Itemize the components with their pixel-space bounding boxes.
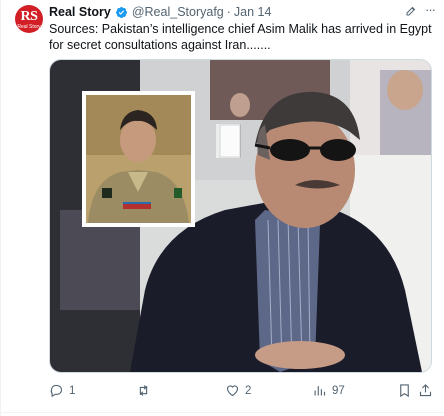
separator-dot: · xyxy=(226,5,231,19)
tweet-header: Real Story @Real_Storyafg · Jan 14 xyxy=(49,4,271,20)
share-button[interactable] xyxy=(418,383,433,398)
reply-button[interactable]: 1 xyxy=(49,383,75,398)
tweet-actions: 1 2 97 xyxy=(49,383,432,399)
like-icon xyxy=(226,385,239,397)
display-name[interactable]: Real Story xyxy=(49,5,111,19)
photo-image xyxy=(50,60,431,372)
timestamp[interactable]: Jan 14 xyxy=(234,5,272,19)
avatar[interactable]: RS Real Story xyxy=(15,5,43,33)
bookmark-icon xyxy=(400,384,409,398)
view-count: 97 xyxy=(332,384,345,397)
avatar-logo-text: RS xyxy=(20,9,38,24)
bookmark-button[interactable] xyxy=(397,383,412,398)
timeline-border xyxy=(0,0,1,416)
views-icon xyxy=(314,386,326,396)
share-icon xyxy=(419,384,432,397)
views-button[interactable]: 97 xyxy=(312,383,345,398)
avatar-logo-subtext: Real Story xyxy=(17,24,41,30)
tweet-divider xyxy=(0,412,444,413)
edit-icon[interactable] xyxy=(405,5,417,17)
like-button[interactable]: 2 xyxy=(225,383,251,398)
verified-badge-icon xyxy=(115,6,127,18)
like-count: 2 xyxy=(245,384,252,397)
tweet-text: Sources: Pakistan’s intelligence chief A… xyxy=(49,22,432,52)
retweet-button[interactable] xyxy=(136,383,156,398)
reply-icon xyxy=(50,384,63,398)
tweet-photo[interactable] xyxy=(49,59,432,373)
handle[interactable]: @Real_Storyafg xyxy=(132,5,224,19)
tweet[interactable]: RS Real Story Real Story @Real_Storyafg … xyxy=(0,0,444,416)
more-icon[interactable]: ··· xyxy=(425,3,436,16)
reply-count: 1 xyxy=(69,384,76,397)
retweet-icon xyxy=(139,385,148,396)
